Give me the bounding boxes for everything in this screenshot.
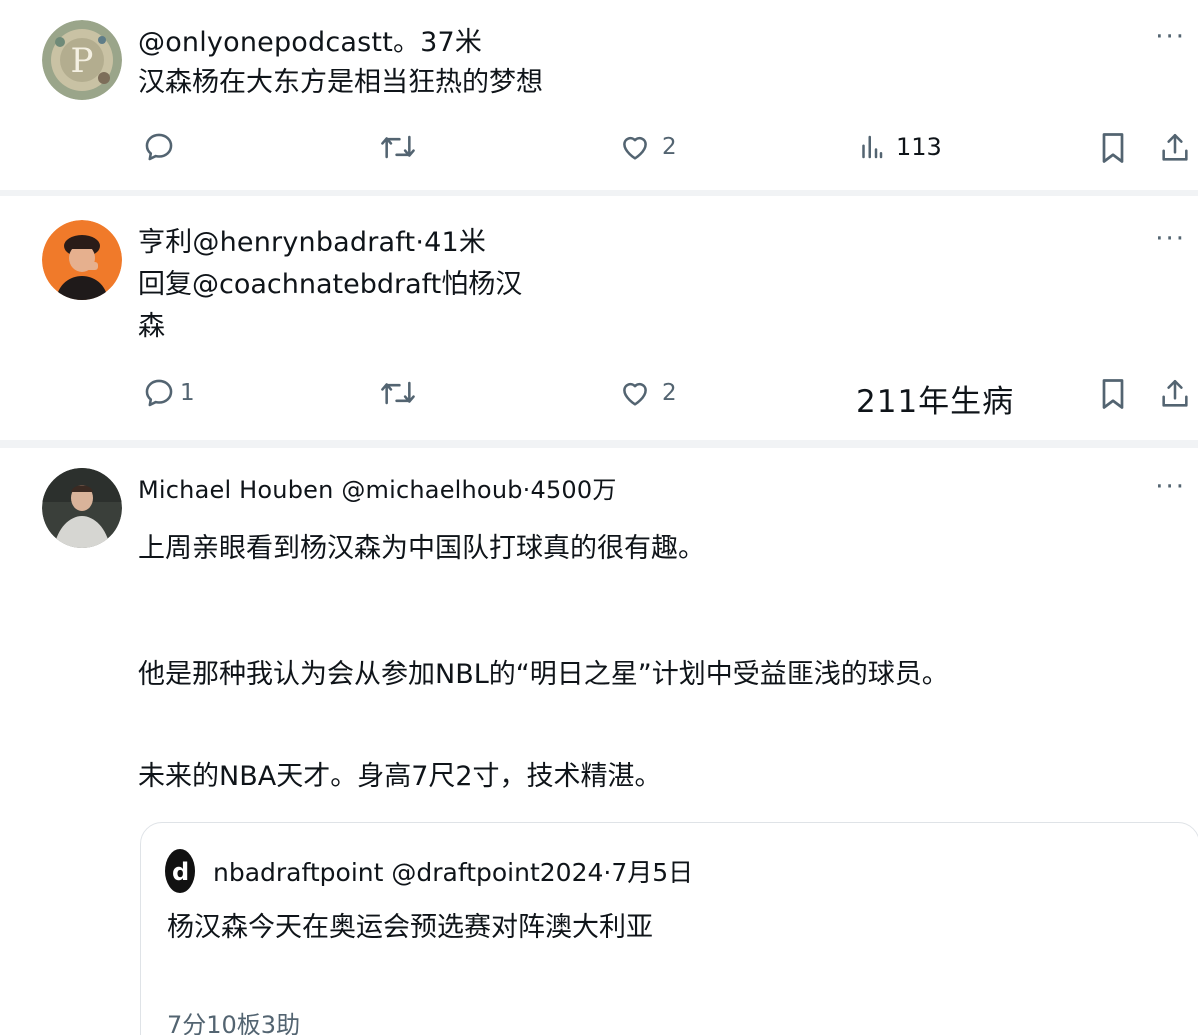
post-actions: 2 113 (0, 130, 1198, 170)
reply-button[interactable] (142, 130, 176, 164)
more-options-icon[interactable]: ··· (1155, 22, 1186, 52)
quoted-post-text: 杨汉森今天在奥运会预选赛对阵澳大利亚 (167, 912, 653, 943)
share-icon (1162, 379, 1188, 407)
quoted-post-stats: 7分10板3助 (167, 1011, 301, 1035)
like-count: 2 (662, 134, 677, 160)
bookmark-button[interactable] (1098, 130, 1128, 166)
timeline-feed: P @onlyonepodcastt。37米 ··· 汉森杨在大东方是相当狂热的… (0, 0, 1198, 1035)
more-options-icon[interactable]: ··· (1155, 224, 1186, 254)
post-text: 森 (138, 311, 165, 342)
post[interactable]: P @onlyonepodcastt。37米 ··· 汉森杨在大东方是相当狂热的… (0, 0, 1198, 190)
share-button[interactable] (1158, 130, 1192, 166)
repost-icon (381, 381, 415, 405)
reply-button[interactable]: 1 (142, 376, 195, 410)
views-button[interactable]: 211年生病 (856, 376, 1014, 421)
divider (0, 440, 1198, 448)
post-paragraph: 上周亲眼看到杨汉森为中国队打球真的很有趣。 (138, 533, 705, 564)
quoted-avatar-letter: d (172, 858, 190, 886)
repost-button[interactable] (378, 376, 418, 410)
heart-icon (623, 382, 647, 406)
analytics-icon (862, 135, 883, 159)
avatar[interactable]: P (42, 20, 122, 100)
post[interactable]: 亨利@henrynbadraft·41米 ··· 回复@coachnatebdr… (0, 196, 1198, 440)
more-options-icon[interactable]: ··· (1155, 472, 1186, 502)
views-button[interactable]: 113 (856, 130, 942, 164)
repost-button[interactable] (378, 130, 418, 164)
like-button[interactable]: 2 (618, 376, 677, 410)
views-count: 113 (896, 133, 942, 161)
post-actions: 1 2 211年生病 (0, 376, 1198, 420)
quoted-post[interactable]: d nbadraftpoint @draftpoint2024·7月5日 杨汉森… (140, 822, 1198, 1035)
post-header: 亨利@henrynbadraft·41米 (138, 227, 487, 258)
views-text: 211年生病 (856, 384, 1015, 420)
bookmark-button[interactable] (1098, 376, 1128, 412)
reply-icon (145, 379, 173, 407)
post[interactable]: Michael Houben @michaelhoub·4500万 ··· 上周… (0, 448, 1198, 1035)
avatar[interactable] (42, 468, 122, 548)
post-paragraph: 他是那种我认为会从参加NBL的“明日之星”计划中受益匪浅的球员。 (138, 659, 949, 690)
post-header: @onlyonepodcastt。37米 (138, 27, 483, 58)
avatar[interactable] (42, 220, 122, 300)
reply-context: 回复@coachnatebdraft怕杨汉 (138, 269, 523, 300)
share-button[interactable] (1158, 376, 1192, 412)
svg-text:P: P (71, 41, 94, 81)
quoted-avatar[interactable]: d (165, 849, 195, 893)
share-icon (1162, 133, 1188, 161)
quoted-post-header: nbadraftpoint @draftpoint2024·7月5日 (213, 858, 694, 887)
reply-icon (145, 133, 173, 161)
post-paragraph: 未来的NBA天才。身高7尺2寸，技术精湛。 (138, 761, 662, 792)
bookmark-icon (1102, 133, 1124, 163)
repost-icon (381, 135, 415, 159)
like-count: 2 (662, 380, 677, 406)
post-header: Michael Houben @michaelhoub·4500万 (138, 476, 617, 504)
heart-icon (623, 136, 647, 160)
post-text: 汉森杨在大东方是相当狂热的梦想 (138, 67, 543, 98)
bookmark-icon (1102, 379, 1124, 409)
reply-count: 1 (180, 380, 195, 406)
like-button[interactable]: 2 (618, 130, 677, 164)
